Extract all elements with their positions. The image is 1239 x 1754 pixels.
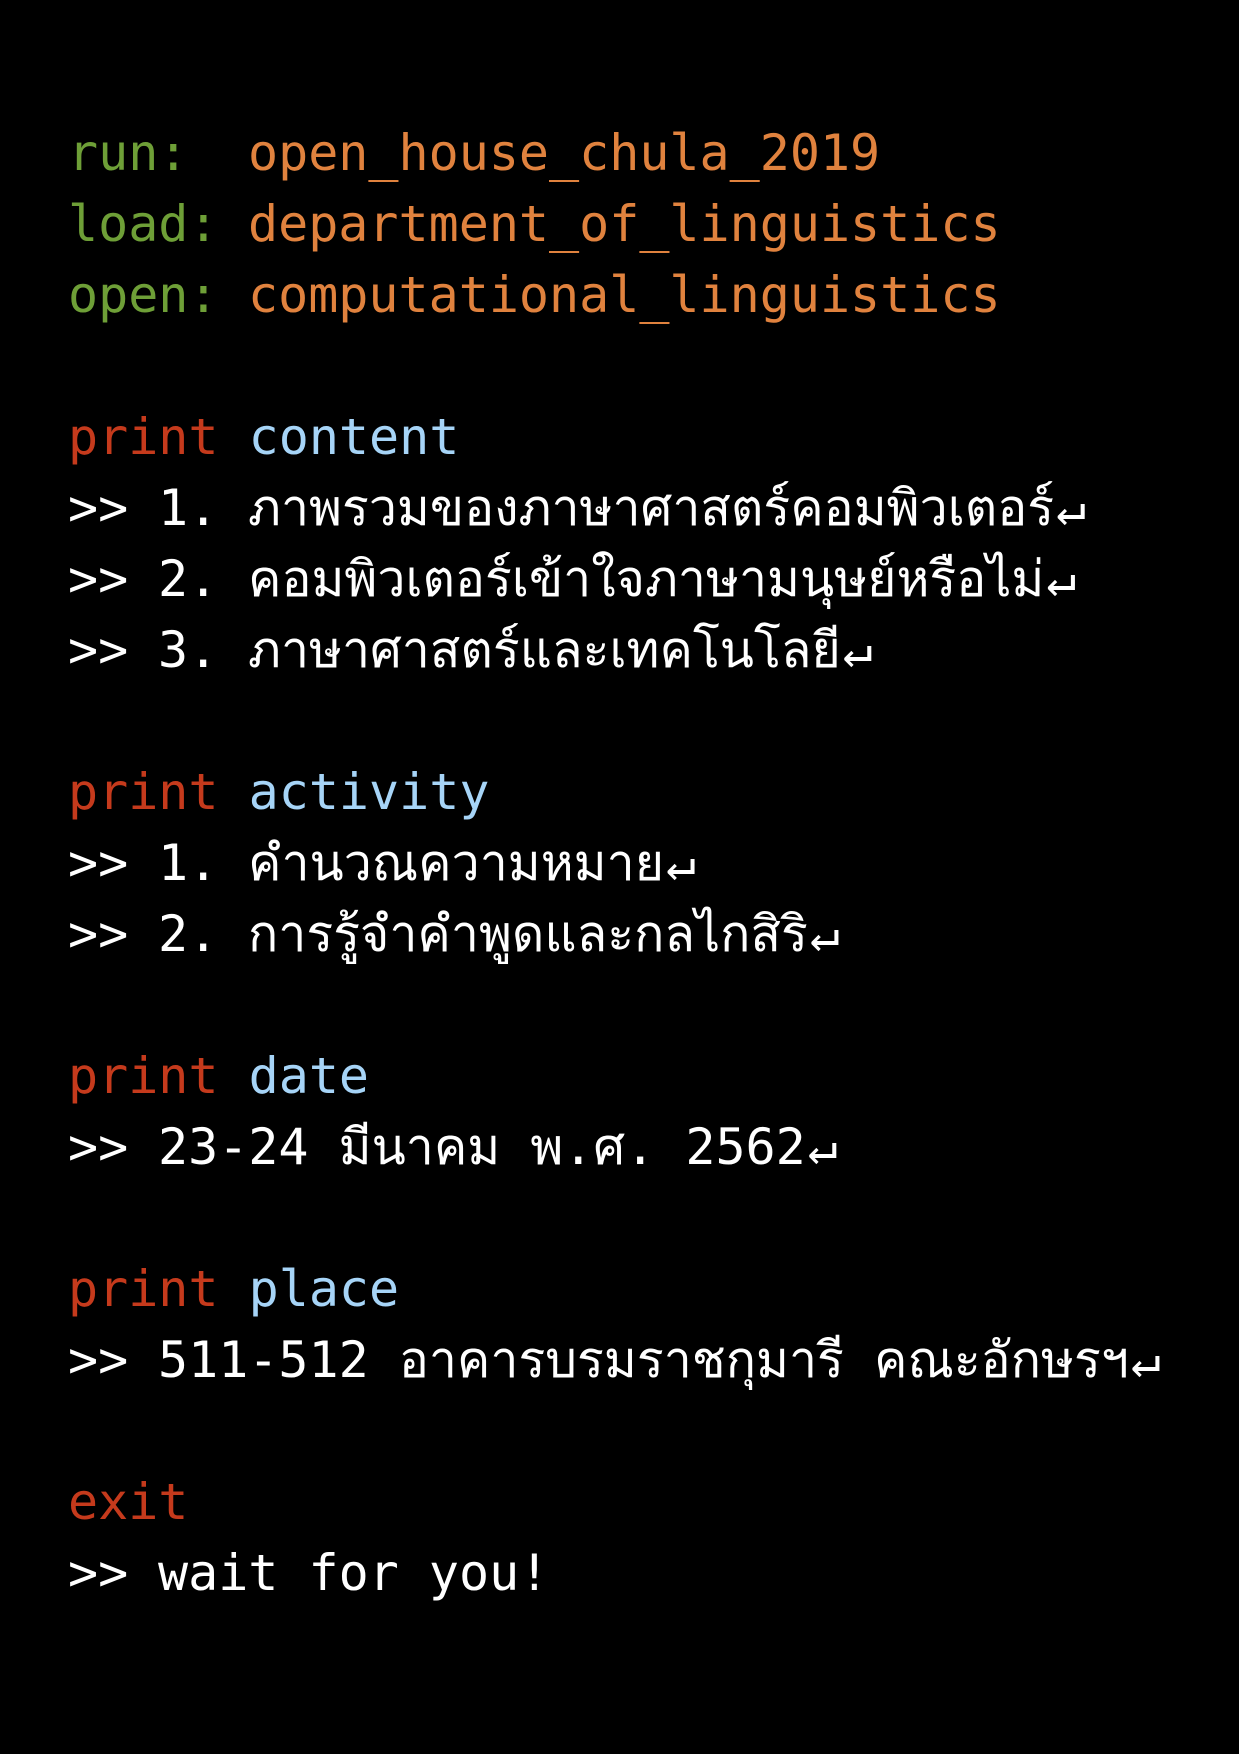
- command-line-date: print date: [68, 1041, 1218, 1112]
- output-line: >> 1. คำนวณความหมาย↵: [68, 828, 1218, 899]
- output-line: >> 23-24 มีนาคม พ.ศ. 2562↵: [68, 1112, 1218, 1183]
- item-text: คอมพิวเตอร์เข้าใจภาษามนุษย์หรือไม่: [248, 550, 1045, 608]
- command-keyword: print: [68, 408, 219, 466]
- return-icon: ↵: [809, 905, 840, 963]
- prompt-symbol: >>: [68, 479, 129, 537]
- output-line: >> 3. ภาษาศาสตร์และเทคโนโลยี↵: [68, 615, 1218, 686]
- command-argument: place: [248, 1260, 400, 1318]
- output-line: >> 1. ภาพรวมของภาษาศาสตร์คอมพิวเตอร์↵: [68, 473, 1218, 544]
- output-line: >> 2. คอมพิวเตอร์เข้าใจภาษามนุษย์หรือไม่↵: [68, 544, 1218, 615]
- item-text: ภาษาศาสตร์และเทคโนโลยี: [248, 621, 841, 679]
- exit-text: wait for you!: [158, 1544, 550, 1602]
- prompt-symbol: >>: [68, 905, 129, 963]
- config-line-open: open: computational_linguistics: [68, 260, 1218, 331]
- config-line-load: load: department_of_linguistics: [68, 189, 1218, 260]
- prompt-symbol: >>: [68, 834, 129, 892]
- config-line-run: run: open_house_chula_2019: [68, 118, 1218, 189]
- command-argument: date: [248, 1047, 370, 1105]
- prompt-symbol: >>: [68, 1331, 129, 1389]
- prompt-symbol: >>: [68, 1544, 129, 1602]
- output-line: >> 2. การรู้จำคำพูดและกลไกสิริ↵: [68, 899, 1218, 970]
- return-icon: ↵: [1046, 550, 1077, 608]
- place-text: 511-512 อาคารบรมราชกุมารี คณะอักษรฯ: [158, 1331, 1129, 1389]
- config-key: load:: [68, 195, 219, 253]
- command-line-exit: exit: [68, 1467, 1218, 1538]
- config-key: run:: [68, 124, 189, 182]
- prompt-symbol: >>: [68, 621, 129, 679]
- item-number: 2.: [158, 550, 219, 608]
- terminal-screen: { "colors": { "background": "#000000", "…: [0, 0, 1239, 1754]
- return-icon: ↵: [1130, 1331, 1161, 1389]
- prompt-symbol: >>: [68, 550, 129, 608]
- config-key: open:: [68, 266, 219, 324]
- command-keyword: print: [68, 1047, 219, 1105]
- return-icon: ↵: [807, 1118, 838, 1176]
- item-number: 1.: [158, 479, 219, 537]
- output-line: >> wait for you!: [68, 1538, 1218, 1609]
- command-line-place: print place: [68, 1254, 1218, 1325]
- return-icon: ↵: [666, 834, 697, 892]
- config-value: computational_linguistics: [248, 266, 1001, 324]
- item-text: ภาพรวมของภาษาศาสตร์คอมพิวเตอร์: [248, 479, 1055, 537]
- prompt-symbol: >>: [68, 1118, 129, 1176]
- command-keyword: print: [68, 763, 219, 821]
- command-line-content: print content: [68, 402, 1218, 473]
- item-text: การรู้จำคำพูดและกลไกสิริ: [248, 905, 808, 963]
- item-number: 2.: [158, 905, 219, 963]
- config-value: open_house_chula_2019: [248, 124, 881, 182]
- terminal-output: run: open_house_chula_2019 load: departmen…: [68, 118, 1218, 1609]
- command-keyword: exit: [68, 1473, 189, 1531]
- output-line: >> 511-512 อาคารบรมราชกุมารี คณะอักษรฯ↵: [68, 1325, 1218, 1396]
- command-line-activity: print activity: [68, 757, 1218, 828]
- item-number: 1.: [158, 834, 219, 892]
- item-text: คำนวณความหมาย: [248, 834, 665, 892]
- command-keyword: print: [68, 1260, 219, 1318]
- date-text: 23-24 มีนาคม พ.ศ. 2562: [158, 1118, 806, 1176]
- command-argument: activity: [248, 763, 490, 821]
- command-argument: content: [248, 408, 460, 466]
- return-icon: ↵: [842, 621, 873, 679]
- config-value: department_of_linguistics: [248, 195, 1001, 253]
- item-number: 3.: [158, 621, 219, 679]
- return-icon: ↵: [1056, 479, 1087, 537]
